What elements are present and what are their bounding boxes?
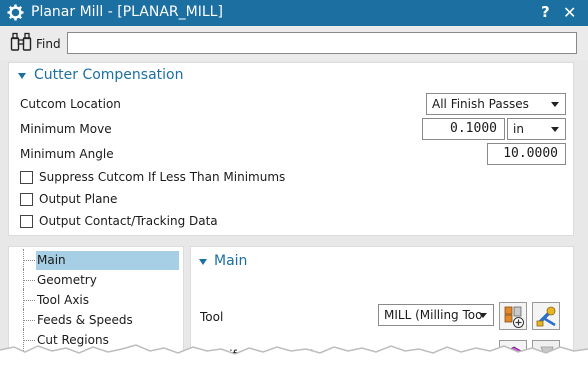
checkbox-box[interactable] [20, 215, 33, 228]
minimum-move-unit-value: in [513, 122, 524, 136]
tree-connector [23, 300, 35, 301]
main-section-title: Main [214, 253, 248, 269]
chevron-down-icon [479, 313, 487, 318]
minimum-angle-input[interactable]: 10.0000 [487, 143, 566, 165]
torn-edge-decoration [0, 344, 588, 368]
cutter-compensation-header[interactable]: Cutter Compensation [9, 63, 573, 89]
nav-item-label: Geometry [37, 273, 97, 287]
cutcom-location-label: Cutcom Location [20, 97, 121, 111]
gear-icon [7, 4, 24, 21]
wrench-icon [536, 306, 556, 327]
tool-value: MILL (Milling Too [384, 308, 483, 322]
close-button[interactable]: ✕ [563, 3, 576, 22]
chevron-down-icon [551, 127, 559, 132]
checkbox-box[interactable] [20, 193, 33, 206]
dialog-body: Find Cutter Compensation Cutcom Location… [0, 26, 588, 368]
nav-item-tool-axis[interactable]: Tool Axis [9, 289, 185, 311]
checkbox-label: Output Plane [39, 192, 118, 206]
cutter-compensation-group: Cutter Compensation Cutcom Location All … [8, 62, 574, 236]
new-tool-icon [504, 306, 524, 328]
tree-connector [23, 280, 35, 281]
window-title: Planar Mill - [PLANAR_MILL] [31, 4, 223, 20]
tool-label: Tool [200, 310, 224, 324]
minimum-move-label: Minimum Move [20, 122, 112, 136]
minimum-move-unit-select[interactable]: in [507, 118, 566, 140]
find-label: Find [36, 37, 61, 51]
checkbox-label: Suppress Cutcom If Less Than Minimums [39, 170, 286, 184]
nav-item-feeds-speeds[interactable]: Feeds & Speeds [9, 309, 185, 331]
nav-item-label: Tool Axis [37, 293, 90, 307]
minimum-move-input[interactable]: 0.1000 [422, 118, 505, 140]
find-bar: Find [0, 26, 588, 60]
tool-select[interactable]: MILL (Milling Too [378, 304, 494, 326]
checkbox-label: Output Contact/Tracking Data [39, 214, 218, 228]
collapse-triangle-icon[interactable] [199, 259, 207, 265]
cutter-compensation-title: Cutter Compensation [34, 67, 184, 83]
minimum-angle-label: Minimum Angle [20, 147, 114, 161]
nav-item-main[interactable]: Main [9, 249, 185, 271]
binoculars-icon [10, 32, 32, 51]
nav-item-label: Main [36, 251, 179, 270]
tree-connector [23, 260, 35, 261]
chevron-down-icon [551, 102, 559, 107]
new-tool-button[interactable] [499, 302, 527, 330]
nav-item-geometry[interactable]: Geometry [9, 269, 185, 291]
cutcom-location-select[interactable]: All Finish Passes [426, 93, 566, 115]
nav-item-label: Feeds & Speeds [37, 313, 133, 327]
cutcom-location-value: All Finish Passes [432, 97, 529, 111]
help-button[interactable]: ? [541, 3, 550, 21]
tree-connector [23, 320, 35, 321]
find-input[interactable] [67, 32, 577, 54]
title-bar: Planar Mill - [PLANAR_MILL] ? ✕ [0, 0, 588, 26]
collapse-triangle-icon[interactable] [18, 73, 26, 79]
checkbox-box[interactable] [20, 171, 33, 184]
edit-tool-button[interactable] [532, 302, 560, 330]
